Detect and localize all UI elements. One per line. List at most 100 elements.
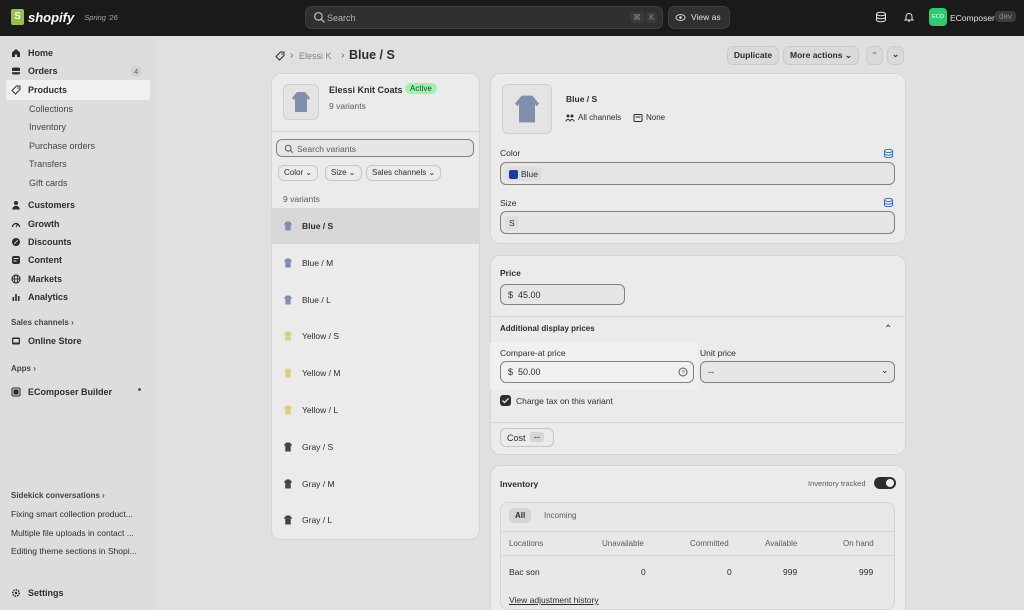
compare-at-price-input[interactable]: $ 50.00 ? xyxy=(500,361,694,383)
more-actions-button[interactable]: More actions ⌄ xyxy=(783,46,859,65)
sidekick-conversation[interactable]: Editing theme sections in Shopi... xyxy=(11,546,137,556)
sidebar-sub-purchase-orders[interactable]: Purchase orders xyxy=(29,141,95,151)
breadcrumb[interactable]: Elessi K xyxy=(299,51,337,61)
variant-row[interactable]: Yellow / S xyxy=(271,318,479,354)
sidebar-item-products[interactable]: Products xyxy=(11,82,67,98)
apps-heading[interactable]: Apps › xyxy=(11,364,36,373)
sidebar-sub-inventory[interactable]: Inventory xyxy=(29,122,66,132)
sidebar-item-orders[interactable]: Orders xyxy=(11,63,58,79)
help-icon[interactable]: ? xyxy=(678,367,688,377)
sidebar-sub-transfers[interactable]: Transfers xyxy=(29,159,67,169)
tab-all[interactable]: All xyxy=(509,508,532,523)
unit-price-label: Unit price xyxy=(700,348,736,358)
additional-prices-heading: Additional display prices xyxy=(500,324,595,333)
filter-color[interactable]: Color ⌄ xyxy=(278,165,319,181)
sidebar-item-markets[interactable]: Markets xyxy=(11,271,62,287)
duplicate-button[interactable]: Duplicate xyxy=(727,46,779,65)
coat-icon xyxy=(283,405,293,415)
filter-sales-channels[interactable]: Sales channels ⌄ xyxy=(366,165,442,181)
cost-value: -- xyxy=(530,432,544,442)
currency-symbol: $ xyxy=(508,290,514,300)
sidebar-label: Content xyxy=(28,255,62,265)
variant-row[interactable]: Blue / S xyxy=(271,208,479,244)
product-thumbnail[interactable] xyxy=(283,84,319,120)
app-icon xyxy=(11,387,21,397)
variant-row[interactable]: Blue / L xyxy=(271,282,479,318)
sidebar-item-customers[interactable]: Customers xyxy=(11,197,75,213)
coat-icon xyxy=(283,515,293,525)
color-field[interactable]: Blue xyxy=(500,162,895,185)
sidekick-conversation[interactable]: Fixing smart collection product... xyxy=(11,509,133,519)
size-field[interactable]: S xyxy=(500,211,895,234)
variant-row[interactable]: Gray / L xyxy=(271,502,479,538)
variant-count: 9 variants xyxy=(329,101,366,111)
tag-icon[interactable] xyxy=(275,51,285,61)
available-cell[interactable]: 999 xyxy=(783,567,797,577)
variant-row[interactable]: Yellow / L xyxy=(271,392,479,428)
variant-row[interactable]: Blue / M xyxy=(271,245,479,281)
sidebar-label: EComposer Builder xyxy=(28,387,113,397)
coat-icon xyxy=(283,258,293,268)
color-label: Color xyxy=(500,148,521,158)
metafield-icon[interactable] xyxy=(883,148,894,159)
compare-at-label: Compare-at price xyxy=(500,348,566,358)
sidebar-sub-collections[interactable]: Collections xyxy=(29,104,73,114)
global-search[interactable]: Search ⌘ K xyxy=(305,6,663,29)
search-placeholder: Search variants xyxy=(297,144,357,154)
sales-channels-heading[interactable]: Sales channels › xyxy=(11,318,74,327)
sidebar-item-discounts[interactable]: Discounts xyxy=(11,234,72,250)
variant-row[interactable]: Gray / M xyxy=(271,466,479,502)
analytics-icon xyxy=(12,294,20,301)
price-input[interactable]: $ 45.00 xyxy=(500,284,625,305)
chevron-down-icon: ⌄ xyxy=(891,49,900,59)
search-icon xyxy=(284,144,294,154)
shopify-logo[interactable]: S shopify Spring '26 xyxy=(11,9,118,25)
unit-price-select[interactable]: -- ⌄ xyxy=(700,361,895,383)
store-name[interactable]: EComposer xyxy=(950,13,995,23)
variant-row[interactable]: Gray / S xyxy=(271,429,479,465)
database-icon[interactable] xyxy=(875,11,887,23)
growth-icon xyxy=(11,222,21,228)
sidebar-item-settings[interactable]: Settings xyxy=(11,585,64,601)
color-chip[interactable]: Blue xyxy=(505,167,543,181)
chevron-up-icon[interactable]: ⌃ xyxy=(884,324,892,335)
channels-link[interactable]: All channels xyxy=(578,113,621,122)
metafield-icon[interactable] xyxy=(883,197,894,208)
view-as-button[interactable]: View as xyxy=(668,6,730,29)
chevron-down-icon: ⌄ xyxy=(844,50,852,60)
committed-cell[interactable]: 0 xyxy=(727,567,732,577)
bell-icon[interactable] xyxy=(903,11,915,23)
tab-incoming[interactable]: Incoming xyxy=(544,511,576,520)
variant-search-input[interactable]: Search variants xyxy=(276,139,474,157)
sidebar-item-online-store[interactable]: Online Store xyxy=(11,333,82,349)
unavailable-cell[interactable]: 0 xyxy=(641,567,646,577)
sidebar-item-home[interactable]: Home xyxy=(11,45,53,61)
catalog-link[interactable]: None xyxy=(646,113,665,122)
prev-variant-button[interactable]: ⌃ xyxy=(866,46,883,65)
inventory-heading: Inventory xyxy=(500,479,539,489)
sidebar-item-analytics[interactable]: Analytics xyxy=(11,289,68,305)
location-cell: Bac son xyxy=(509,567,540,577)
inventory-tracked-toggle[interactable] xyxy=(874,477,896,489)
variant-image[interactable] xyxy=(502,84,552,134)
charge-tax-checkbox[interactable] xyxy=(500,395,511,406)
adjustment-history-link[interactable]: View adjustment history xyxy=(509,595,599,605)
sidebar-sub-gift-cards[interactable]: Gift cards xyxy=(29,178,68,188)
filter-size[interactable]: Size ⌄ xyxy=(325,165,362,181)
store-avatar[interactable]: ECO xyxy=(929,8,947,26)
sidebar-item-growth[interactable]: Growth xyxy=(11,216,60,232)
sidebar-item-ecomposer[interactable]: EComposer Builder xyxy=(11,384,112,400)
sidekick-conversation[interactable]: Multiple file uploads in contact ... xyxy=(11,528,134,538)
sidekick-heading[interactable]: Sidekick conversations › xyxy=(11,491,105,500)
sidebar-item-content[interactable]: Content xyxy=(11,252,62,268)
on-hand-cell[interactable]: 999 xyxy=(859,567,873,577)
variant-label: Blue / S xyxy=(302,221,334,231)
next-variant-button[interactable]: ⌄ xyxy=(887,46,904,65)
variant-row[interactable]: Yellow / M xyxy=(271,355,479,391)
cost-label: Cost xyxy=(507,433,526,443)
product-name[interactable]: Elessi Knit Coats xyxy=(329,85,403,95)
divider xyxy=(490,422,906,423)
size-chip[interactable]: S xyxy=(505,216,519,230)
currency-symbol: $ xyxy=(508,367,514,377)
cost-field[interactable]: Cost -- xyxy=(500,428,554,447)
